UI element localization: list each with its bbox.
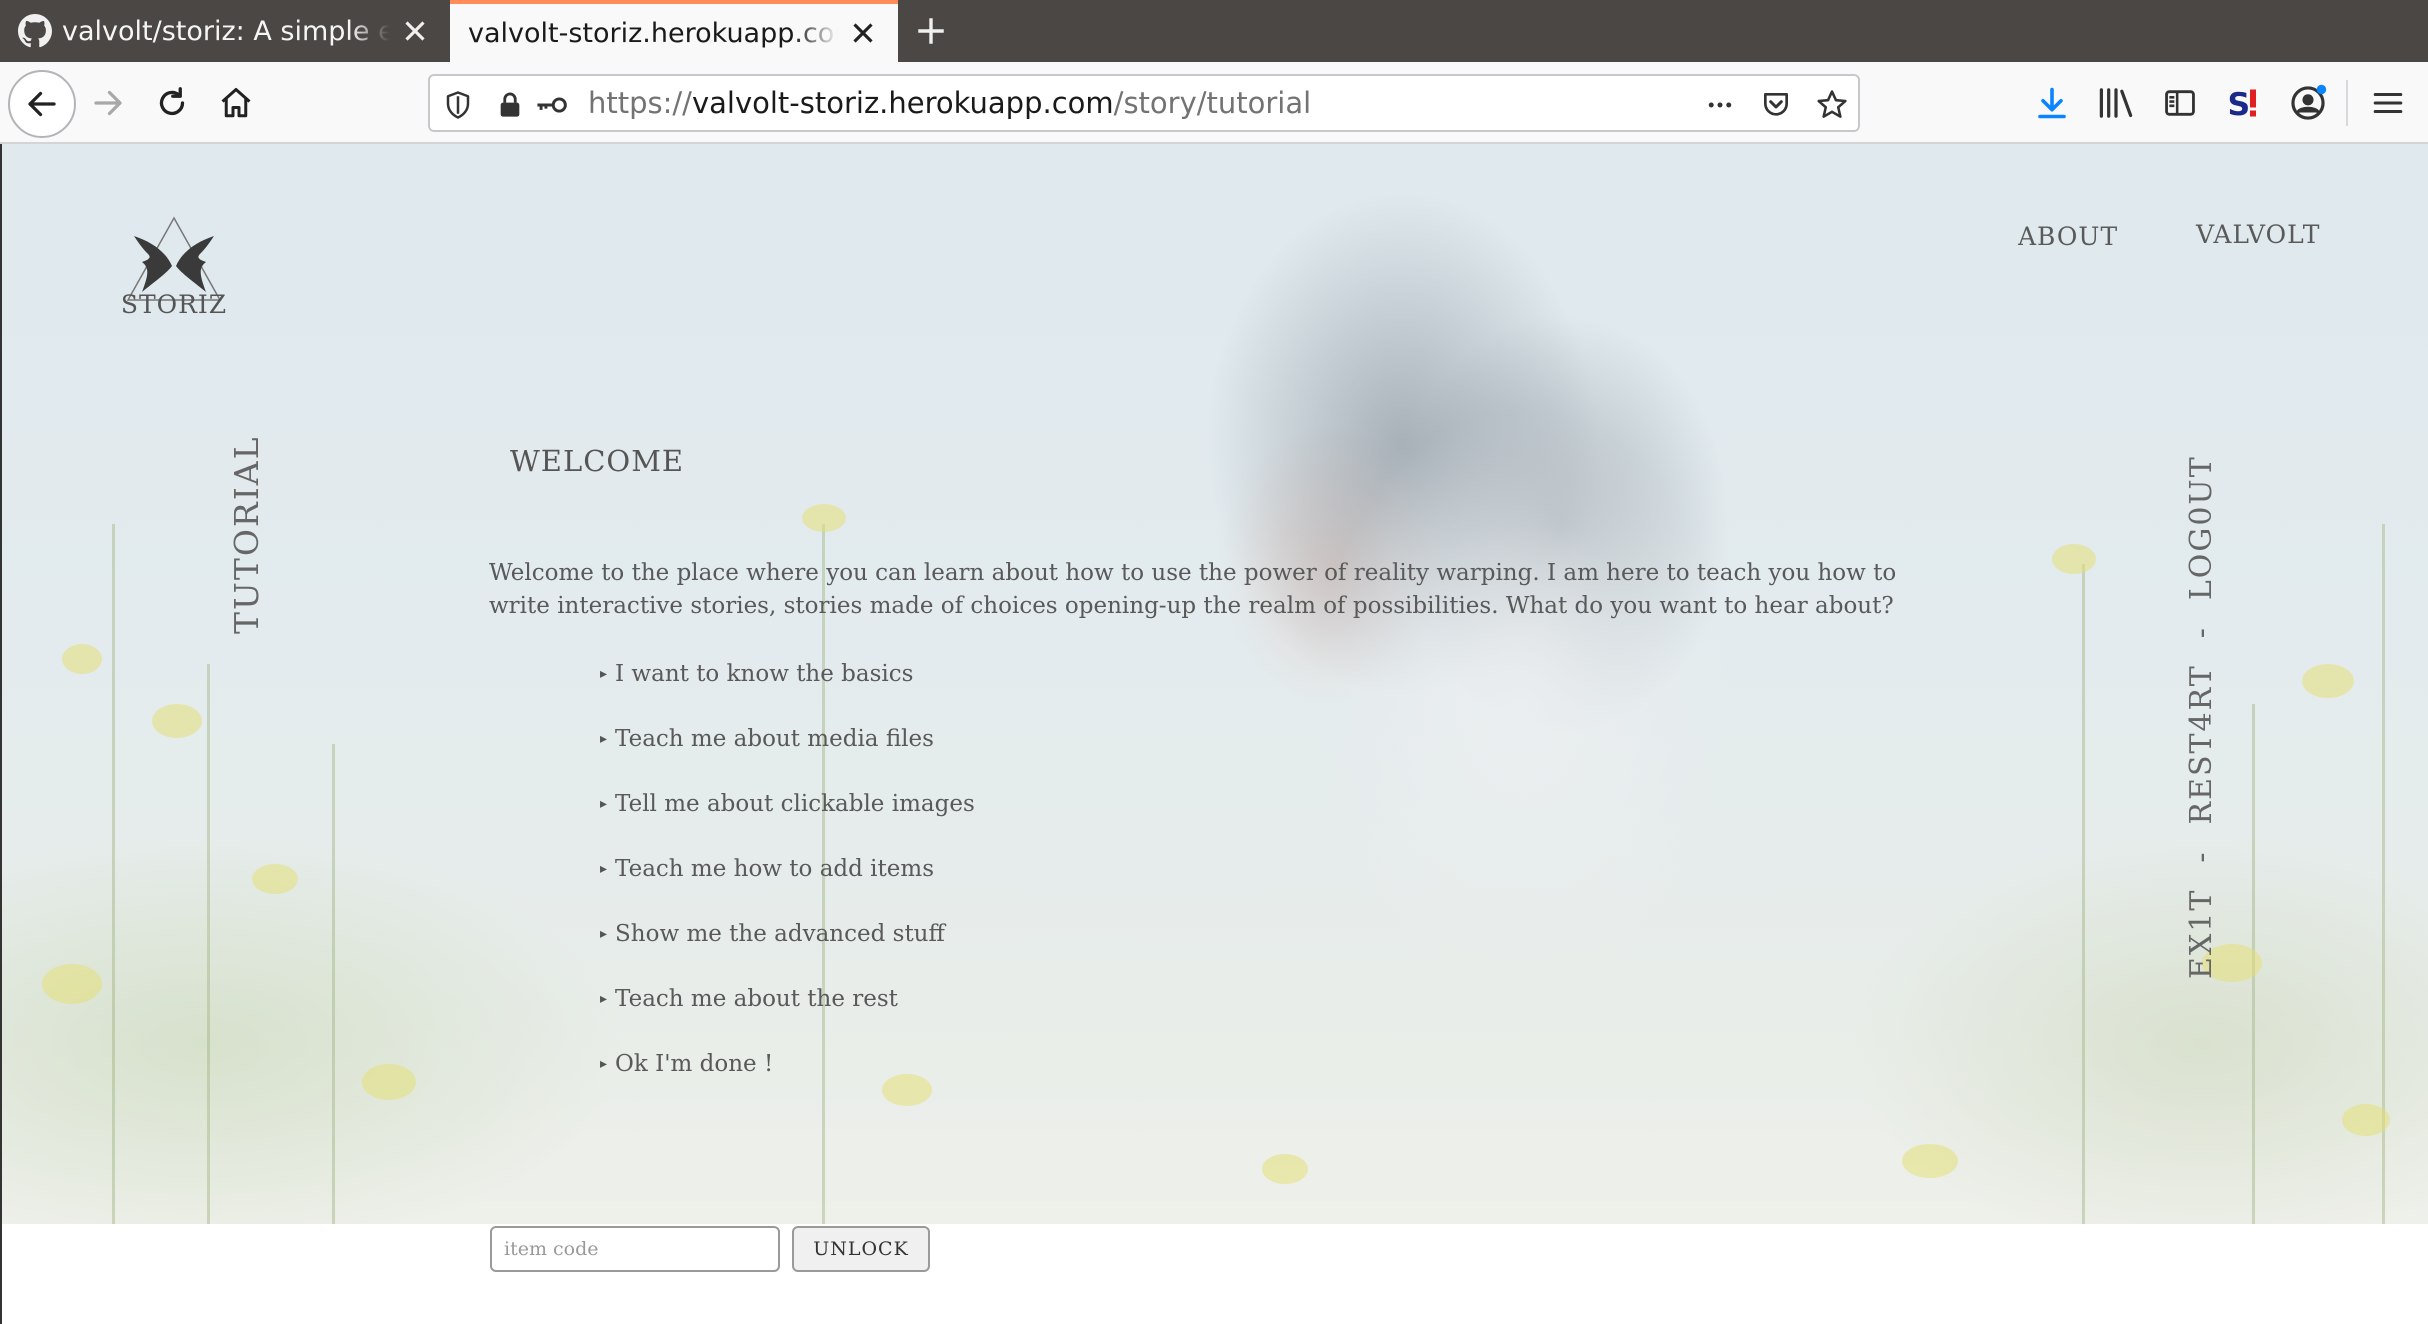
close-tab-icon[interactable] — [398, 14, 432, 48]
choice-item[interactable]: ▸ Teach me how to add items — [600, 856, 975, 921]
arrow-left-icon — [28, 91, 56, 117]
home-button[interactable] — [204, 71, 268, 135]
choice-item[interactable]: ▸ I want to know the basics — [600, 661, 975, 726]
navigation-toolbar: https://valvolt-storiz.herokuapp.com/sto… — [0, 62, 2428, 144]
close-tab-icon[interactable] — [846, 16, 880, 50]
menu-icon[interactable] — [2364, 71, 2412, 135]
url-host: valvolt-storiz.herokuapp.com — [691, 86, 1114, 120]
reload-button[interactable] — [140, 71, 204, 135]
lock-icon[interactable] — [490, 85, 530, 125]
choice-label: Teach me about the rest — [615, 986, 898, 1012]
logout-link[interactable]: LOG0UT — [2184, 455, 2219, 600]
account-icon[interactable] — [2284, 71, 2332, 135]
choice-item[interactable]: ▸ Ok I'm done ! — [600, 1051, 975, 1116]
item-code-input[interactable] — [490, 1226, 780, 1272]
triangle-right-icon: ▸ — [600, 861, 608, 877]
logo-text[interactable]: STORIZ — [102, 290, 246, 319]
reload-icon — [159, 87, 185, 116]
story-title: WELCOME — [510, 444, 685, 478]
url-bar[interactable]: https://valvolt-storiz.herokuapp.com/sto… — [428, 74, 1860, 132]
new-tab-button[interactable] — [898, 0, 964, 62]
unlock-button[interactable]: UNLOCK — [792, 1226, 930, 1272]
choice-label: Teach me about media files — [615, 726, 934, 752]
bookmark-star-icon[interactable] — [1812, 85, 1852, 125]
triangle-right-icon: ▸ — [600, 991, 608, 1007]
nav-about-link[interactable]: ABOUT — [2018, 222, 2118, 251]
url-path: /story/tutorial — [1113, 86, 1312, 120]
choice-label: Ok I'm done ! — [615, 1051, 774, 1077]
download-icon[interactable] — [2028, 71, 2076, 135]
nav-valvolt-link[interactable]: VALVOLT — [2196, 220, 2320, 249]
choice-item[interactable]: ▸ Teach me about the rest — [600, 986, 975, 1051]
choice-label: I want to know the basics — [615, 661, 914, 687]
arrow-right-icon — [94, 90, 122, 116]
story-text: Welcome to the place where you can learn… — [489, 560, 1897, 619]
shield-icon[interactable] — [438, 85, 478, 125]
separator: - — [2184, 626, 2219, 639]
triangle-right-icon: ▸ — [600, 731, 608, 747]
choice-label: Tell me about clickable images — [615, 791, 975, 817]
tab-bar: valvolt/storiz: A simple e valvolt-stori… — [0, 0, 2428, 62]
unlock-form: UNLOCK — [490, 1226, 930, 1272]
tab-title: valvolt/storiz: A simple e — [62, 15, 390, 47]
plus-icon — [918, 18, 944, 44]
page-content: STORIZ ABOUT VALVOLT TUTORIAL EX1T - REST4… — [0, 144, 2428, 1324]
triangle-right-icon: ▸ — [600, 1056, 608, 1072]
key-icon[interactable] — [532, 85, 572, 125]
sidebar-icon[interactable] — [2156, 71, 2204, 135]
choice-label: Teach me how to add items — [615, 856, 934, 882]
choice-label: Show me the advanced stuff — [615, 921, 945, 947]
triangle-right-icon: ▸ — [600, 926, 608, 942]
home-icon — [221, 88, 251, 118]
github-icon — [18, 14, 52, 48]
side-actions: EX1T - REST4RT - LOG0UT — [2184, 455, 2219, 979]
choice-item[interactable]: ▸ Tell me about clickable images — [600, 791, 975, 856]
choice-item[interactable]: ▸ Teach me about media files — [600, 726, 975, 791]
exit-link[interactable]: EX1T — [2184, 889, 2219, 979]
forward-button[interactable] — [76, 71, 140, 135]
extension-s-icon[interactable]: S — [2220, 71, 2268, 135]
svg-text:S: S — [2228, 87, 2251, 121]
separator: - — [2184, 850, 2219, 863]
triangle-right-icon: ▸ — [600, 796, 608, 812]
tab-title: valvolt-storiz.herokuapp.com — [468, 17, 838, 49]
more-actions-icon[interactable] — [1700, 85, 1740, 125]
story-name-label: TUTORIAL — [227, 435, 266, 634]
background-image: STORIZ ABOUT VALVOLT TUTORIAL EX1T - REST4… — [2, 144, 2428, 1224]
url-text[interactable]: https://valvolt-storiz.herokuapp.com/sto… — [588, 76, 1311, 130]
url-scheme: https:// — [588, 86, 692, 120]
choice-item[interactable]: ▸ Show me the advanced stuff — [600, 921, 975, 986]
triangle-right-icon: ▸ — [600, 666, 608, 682]
choice-list: ▸ I want to know the basics ▸ Teach me abo… — [600, 661, 975, 1116]
back-button[interactable] — [8, 70, 76, 138]
toolbar-divider — [2346, 80, 2348, 126]
library-icon[interactable] — [2092, 71, 2140, 135]
restart-link[interactable]: REST4RT — [2184, 664, 2219, 824]
tab-github[interactable]: valvolt/storiz: A simple e — [0, 0, 450, 62]
tab-storiz[interactable]: valvolt-storiz.herokuapp.com — [450, 0, 898, 62]
pocket-icon[interactable] — [1756, 85, 1796, 125]
